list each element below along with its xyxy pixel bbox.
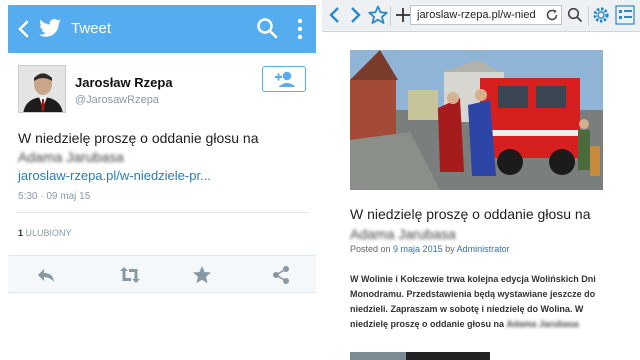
post-body-blurred: Adama Jarubasa [506, 319, 579, 329]
header-title: Tweet [71, 20, 112, 37]
favorites-label: ULUBIONY [25, 228, 72, 238]
avatar[interactable] [18, 65, 66, 113]
post-meta: Posted on 9 maja 2015 by Administrator [350, 244, 510, 254]
favorites-number: 1 [18, 228, 24, 238]
search-icon[interactable] [566, 6, 584, 24]
browser-toolbar: jaroslaw-rzepa.pl/w-nied [322, 0, 640, 32]
forward-icon[interactable] [344, 4, 366, 26]
tweet-link[interactable]: jaroslaw-rzepa.pl/w-niedziele-pr... [18, 168, 211, 183]
post-hero-image[interactable] [350, 50, 603, 190]
screen: Tweet Jarosław Rzepa @JarosawRzepa W nie… [0, 0, 640, 360]
divider [16, 212, 308, 213]
meta-by: by [445, 244, 455, 254]
post-title[interactable]: W niedzielę proszę o oddanie głosu na Ad… [350, 204, 620, 244]
meta-date-link[interactable]: 9 maja 2015 [393, 244, 443, 254]
url-text[interactable]: jaroslaw-rzepa.pl/w-nied [417, 9, 541, 21]
meta-prefix: Posted on [350, 244, 391, 254]
back-icon[interactable] [16, 19, 32, 39]
reload-icon[interactable] [545, 8, 559, 22]
favorites-count[interactable]: 1 ULUBIONY [18, 228, 72, 238]
twitter-app-bar: Tweet [8, 5, 316, 53]
author-handle[interactable]: @JarosawRzepa [75, 94, 159, 106]
toolbar-divider [588, 6, 589, 26]
favorite-icon[interactable] [191, 264, 213, 286]
twitter-panel: Tweet Jarosław Rzepa @JarosawRzepa W nie… [8, 5, 316, 360]
twitter-bird-icon [39, 18, 61, 37]
toolbar-divider [390, 6, 391, 26]
follow-button[interactable] [262, 66, 306, 92]
tweet-actions [8, 255, 316, 293]
post-title-line: W niedzielę proszę o oddanie głosu na [350, 206, 591, 222]
search-icon[interactable] [256, 17, 278, 39]
meta-author-link[interactable]: Administrator [457, 244, 510, 254]
author-name[interactable]: Jarosław Rzepa [75, 75, 173, 90]
tweet-text-line: W niedzielę proszę o oddanie głosu na [18, 130, 259, 146]
tweet-timestamp: 5:30 · 09 maj 15 [18, 191, 91, 202]
browser-panel: jaroslaw-rzepa.pl/w-nied W niedzielę pro… [322, 0, 640, 360]
post-title-blurred: Adama Jarubasa [350, 226, 456, 242]
tweet-text: W niedzielę proszę o oddanie głosu na Ad… [18, 129, 308, 167]
next-image-preview-part [350, 352, 406, 360]
reply-icon[interactable] [35, 264, 57, 286]
settings-icon[interactable] [590, 4, 612, 26]
bookmark-star-icon[interactable] [367, 4, 389, 26]
address-bar[interactable]: jaroslaw-rzepa.pl/w-nied [410, 5, 562, 25]
post-body: W Wolinie i Kołczewie trwa kolejna edycj… [350, 272, 612, 332]
retweet-icon[interactable] [119, 264, 141, 286]
menu-icon[interactable] [614, 4, 636, 26]
follow-icon [275, 71, 296, 87]
back-icon[interactable] [324, 4, 346, 26]
more-icon[interactable] [296, 17, 304, 41]
tweet-text-blurred: Adama Jarubasa [18, 149, 124, 165]
share-icon[interactable] [270, 264, 292, 286]
